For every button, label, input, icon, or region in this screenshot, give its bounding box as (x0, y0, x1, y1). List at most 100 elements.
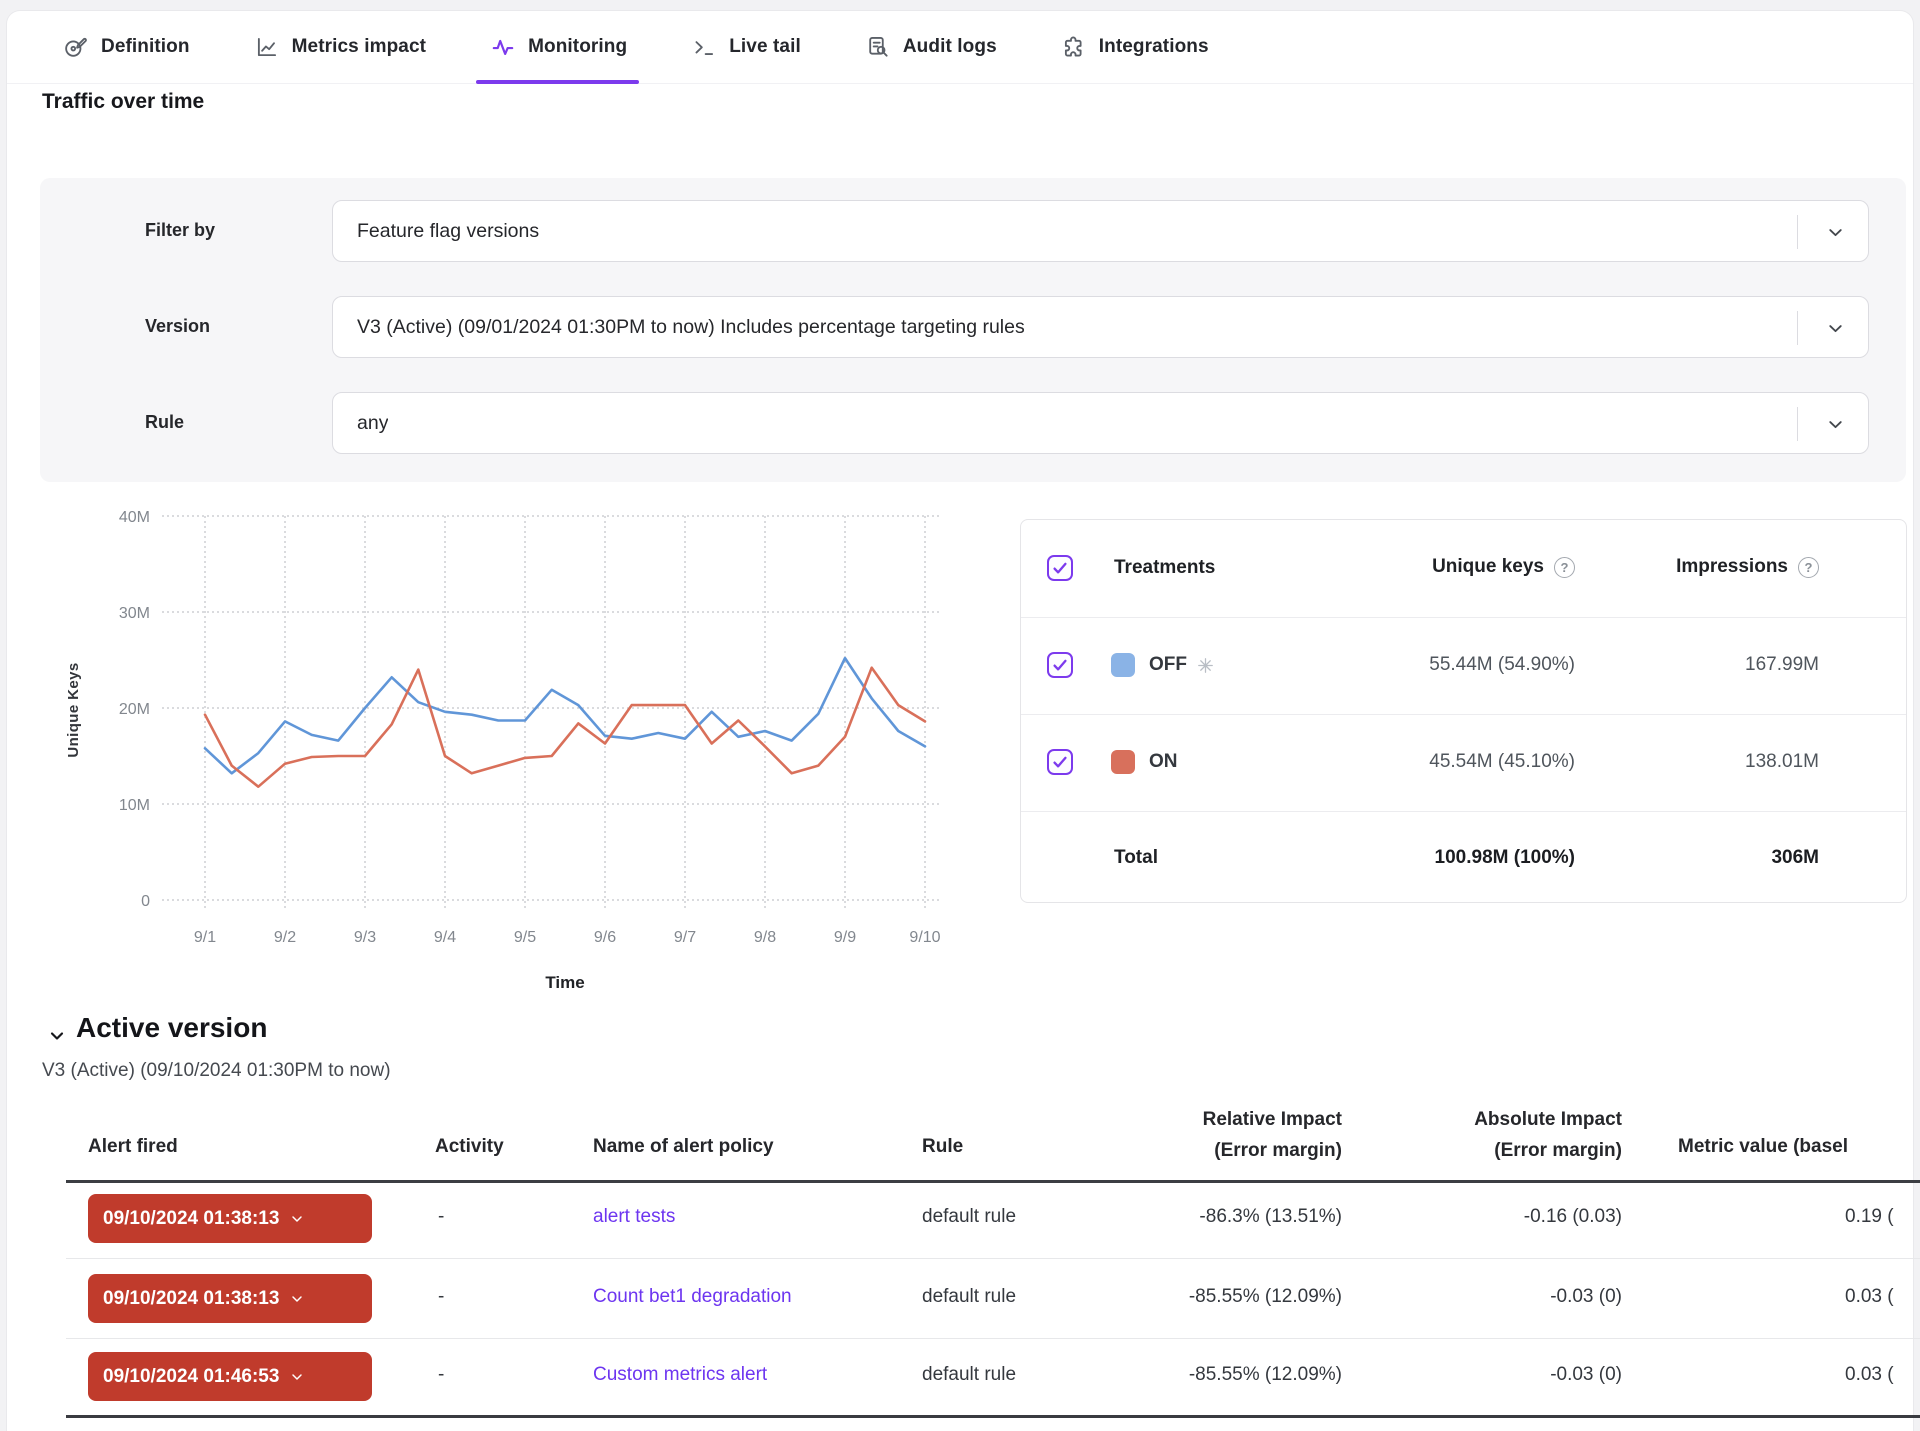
divider (1021, 617, 1906, 618)
svg-text:9/5: 9/5 (514, 929, 536, 946)
svg-text:9/7: 9/7 (674, 929, 696, 946)
metric-value-cell: 0.19 ( (1845, 1206, 1894, 1228)
svg-text:9/10: 9/10 (909, 929, 940, 946)
total-impressions: 306M (1771, 847, 1819, 869)
treatment-row-off: OFF (1149, 654, 1215, 676)
chevron-down-icon (1825, 318, 1846, 339)
svg-text:9/9: 9/9 (834, 929, 856, 946)
tab-integrations[interactable]: Integrations (1061, 10, 1209, 84)
tab-label: Audit logs (903, 36, 997, 58)
tab-audit-logs[interactable]: Audit logs (865, 10, 997, 84)
relative-impact-cell: -85.55% (12.09%) (1189, 1286, 1342, 1308)
on-unique-keys: 45.54M (45.10%) (1429, 751, 1575, 773)
rule-value: any (333, 412, 388, 435)
active-version-title[interactable]: Active version (76, 1012, 267, 1044)
filter-by-select[interactable]: Feature flag versions (332, 200, 1869, 262)
col-activity: Activity (435, 1136, 504, 1158)
alert-fired-badge[interactable]: 09/10/2024 01:38:13 (88, 1274, 372, 1323)
version-select[interactable]: V3 (Active) (09/01/2024 01:30PM to now) … (332, 296, 1869, 358)
traffic-line-chart: 010M20M30M40M9/19/29/39/49/59/69/79/89/9… (55, 500, 975, 1000)
svg-text:9/6: 9/6 (594, 929, 616, 946)
chevron-down-icon (1825, 222, 1846, 243)
audit-log-icon (865, 34, 891, 60)
help-icon[interactable] (1798, 557, 1819, 578)
terminal-icon (691, 34, 717, 60)
svg-text:30M: 30M (119, 605, 150, 622)
treatment-on-checkbox[interactable] (1047, 749, 1073, 775)
relative-impact-cell: -85.55% (12.09%) (1189, 1364, 1342, 1386)
help-icon[interactable] (1554, 557, 1575, 578)
chevron-down-icon (1825, 414, 1846, 435)
rule-cell: default rule (922, 1364, 1016, 1386)
impressions-header: Impressions (1676, 556, 1819, 578)
treatment-off-checkbox[interactable] (1047, 652, 1073, 678)
table-bottom-border (66, 1415, 1920, 1418)
treatments-select-all-checkbox[interactable] (1047, 555, 1073, 581)
col-metric-value: Metric value (basel (1678, 1136, 1848, 1158)
col-relative-impact: Relative Impact (Error margin) (1203, 1104, 1342, 1166)
unique-keys-header: Unique keys (1432, 556, 1575, 578)
version-label: Version (145, 316, 210, 337)
default-treatment-icon (1196, 656, 1215, 675)
tab-label: Metrics impact (292, 36, 426, 58)
on-impressions: 138.01M (1745, 751, 1819, 773)
chevron-down-icon (289, 1211, 305, 1227)
version-value: V3 (Active) (09/01/2024 01:30PM to now) … (333, 316, 1025, 339)
alert-fired-badge[interactable]: 09/10/2024 01:46:53 (88, 1352, 372, 1401)
divider (1021, 811, 1906, 812)
select-divider (1797, 407, 1798, 441)
absolute-impact-cell: -0.03 (0) (1550, 1364, 1622, 1386)
tab-bar: Definition Metrics impact Monitoring Liv… (7, 10, 1913, 84)
activity-cell: - (438, 1206, 444, 1228)
relative-impact-cell: -86.3% (13.51%) (1199, 1206, 1342, 1228)
puzzle-icon (1061, 34, 1087, 60)
col-policy: Name of alert policy (593, 1136, 774, 1158)
section-title: Traffic over time (42, 90, 204, 114)
tab-monitoring[interactable]: Monitoring (490, 10, 627, 84)
tab-live-tail[interactable]: Live tail (691, 10, 801, 84)
treatments-card: Treatments Unique keys Impressions OFF 5… (1020, 519, 1907, 903)
svg-text:40M: 40M (119, 509, 150, 526)
alert-policy-link[interactable]: Count bet1 degradation (593, 1286, 792, 1308)
alert-policy-link[interactable]: alert tests (593, 1206, 675, 1228)
on-series-swatch (1111, 750, 1135, 774)
svg-text:0: 0 (141, 893, 150, 910)
col-absolute-impact: Absolute Impact (Error margin) (1474, 1104, 1622, 1166)
line-chart-icon (254, 34, 280, 60)
tab-label: Monitoring (528, 36, 627, 58)
col-rule: Rule (922, 1136, 963, 1158)
alert-policy-link[interactable]: Custom metrics alert (593, 1364, 767, 1386)
off-unique-keys: 55.44M (54.90%) (1429, 654, 1575, 676)
row-divider (66, 1338, 1920, 1339)
svg-text:9/2: 9/2 (274, 929, 296, 946)
tab-label: Definition (101, 36, 190, 58)
chevron-down-icon (289, 1369, 305, 1385)
svg-text:20M: 20M (119, 701, 150, 718)
off-impressions: 167.99M (1745, 654, 1819, 676)
row-divider (66, 1258, 1920, 1259)
activity-cell: - (438, 1286, 444, 1308)
active-version-subtitle: V3 (Active) (09/10/2024 01:30PM to now) (42, 1060, 391, 1082)
total-unique-keys: 100.98M (100%) (1435, 847, 1575, 869)
definition-icon (63, 34, 89, 60)
select-divider (1797, 215, 1798, 249)
pulse-icon (490, 34, 516, 60)
total-label: Total (1114, 847, 1158, 869)
chevron-down-icon (289, 1291, 305, 1307)
svg-text:10M: 10M (119, 797, 150, 814)
off-series-swatch (1111, 653, 1135, 677)
svg-text:Time: Time (545, 973, 584, 992)
collapse-caret-icon[interactable] (47, 1026, 67, 1046)
rule-select[interactable]: any (332, 392, 1869, 454)
tab-metrics-impact[interactable]: Metrics impact (254, 10, 426, 84)
absolute-impact-cell: -0.16 (0.03) (1524, 1206, 1622, 1228)
rule-label: Rule (145, 412, 184, 433)
treatments-header: Treatments (1114, 557, 1215, 579)
metric-value-cell: 0.03 ( (1845, 1286, 1894, 1308)
rule-cell: default rule (922, 1286, 1016, 1308)
select-divider (1797, 311, 1798, 345)
alert-fired-badge[interactable]: 09/10/2024 01:38:13 (88, 1194, 372, 1243)
tab-definition[interactable]: Definition (63, 10, 190, 84)
treatment-name: ON (1149, 751, 1178, 773)
metric-value-cell: 0.03 ( (1845, 1364, 1894, 1386)
